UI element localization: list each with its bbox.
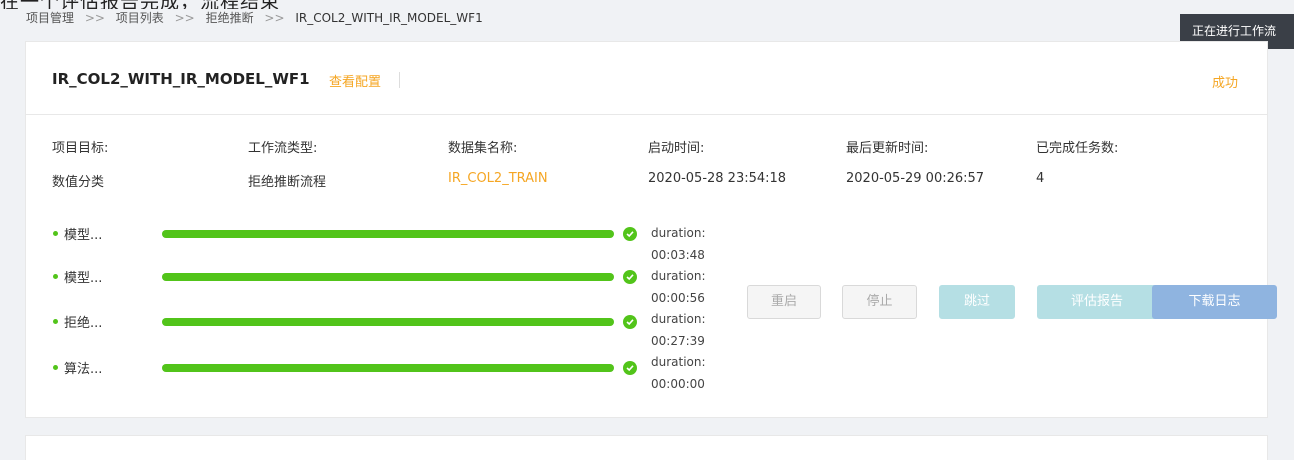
duration-value: 00:00:56 [651,290,705,305]
restart-button[interactable]: 重启 [747,285,821,319]
breadcrumb-item-current: IR_COL2_WITH_IR_MODEL_WF1 [295,11,483,25]
info-value: 拒绝推断流程 [248,175,327,190]
check-circle-icon [623,227,637,241]
step-name[interactable]: 模型... [64,267,102,286]
breadcrumb-separator: >> [264,11,285,25]
workflow-title: IR_COL2_WITH_IR_MODEL_WF1 [52,70,310,88]
step-progress-bar [162,318,614,326]
step-name[interactable]: 模型... [64,224,102,243]
header-divider [399,72,400,88]
info-dataset-name: 数据集名称: IR_COL2_TRAIN [448,137,548,186]
top-clipped-text: 在一个评估报告完成，流程结束 [0,0,280,9]
top-clipped-message: 在一个评估报告完成，流程结束 [0,0,540,9]
info-value: 2020-05-29 00:26:57 [846,171,985,186]
step-progress-fill [162,318,614,326]
step-bullet [53,365,58,370]
workflow-card-header: IR_COL2_WITH_IR_MODEL_WF1 查看配置 成功 [26,42,1267,115]
skip-button[interactable]: 跳过 [939,285,1015,319]
step-progress-bar [162,230,614,238]
duration-label: duration: [651,355,706,369]
step-bullet [53,319,58,324]
step-bullet [53,274,58,279]
dataset-link[interactable]: IR_COL2_TRAIN [448,171,548,186]
breadcrumb-separator: >> [84,11,105,25]
info-project-target: 项目目标: 数值分类 [52,137,108,190]
info-label: 已完成任务数: [1036,141,1119,156]
check-circle-icon [623,270,637,284]
check-circle-icon [623,315,637,329]
breadcrumb-item-reject-inference[interactable]: 拒绝推断 [206,11,254,25]
step-progress-fill [162,273,614,281]
breadcrumb-item-project-list[interactable]: 项目列表 [116,11,164,25]
breadcrumb-item-project-management[interactable]: 项目管理 [26,11,74,25]
info-value: 2020-05-28 23:54:18 [648,171,787,186]
breadcrumb: 项目管理 >> 项目列表 >> 拒绝推断 >> IR_COL2_WITH_IR_… [26,9,483,26]
duration-value: 00:03:48 [651,247,705,262]
duration-label: duration: [651,312,706,326]
step-progress-fill [162,230,614,238]
step-progress-bar [162,364,614,372]
download-log-button[interactable]: 下载日志 [1152,285,1277,319]
info-label: 最后更新时间: [846,141,929,156]
info-workflow-type: 工作流类型: 拒绝推断流程 [248,137,326,190]
info-label: 数据集名称: [448,141,518,156]
duration-value: 00:27:39 [651,333,705,348]
info-label: 启动时间: [648,141,705,156]
evaluation-report-button[interactable]: 评估报告 [1037,285,1157,319]
step-name[interactable]: 拒绝... [64,312,102,331]
status-badge: 成功 [1211,76,1238,91]
step-name[interactable]: 算法... [64,358,102,377]
info-start-time: 启动时间: 2020-05-28 23:54:18 [648,137,786,186]
duration-list: duration: 00:03:48 duration: 00:00:56 du… [651,223,706,395]
step-progress-fill [162,364,614,372]
check-circle-icon [623,361,637,375]
next-workflow-card [25,435,1268,460]
duration-value: 00:00:00 [651,376,705,391]
view-config-link[interactable]: 查看配置 [329,71,381,90]
duration-label: duration: [651,269,706,283]
duration-label: duration: [651,226,706,240]
step-bullet [53,231,58,236]
info-value: 4 [1036,171,1045,186]
info-label: 工作流类型: [248,141,318,156]
stop-button[interactable]: 停止 [842,285,917,319]
info-value: 数值分类 [52,175,105,190]
info-label: 项目目标: [52,141,109,156]
breadcrumb-separator: >> [174,11,195,25]
step-progress-bar [162,273,614,281]
workflow-card: IR_COL2_WITH_IR_MODEL_WF1 查看配置 成功 项目目标: … [25,41,1277,418]
info-last-update-time: 最后更新时间: 2020-05-29 00:26:57 [846,137,984,186]
info-completed-tasks: 已完成任务数: 4 [1036,137,1118,186]
